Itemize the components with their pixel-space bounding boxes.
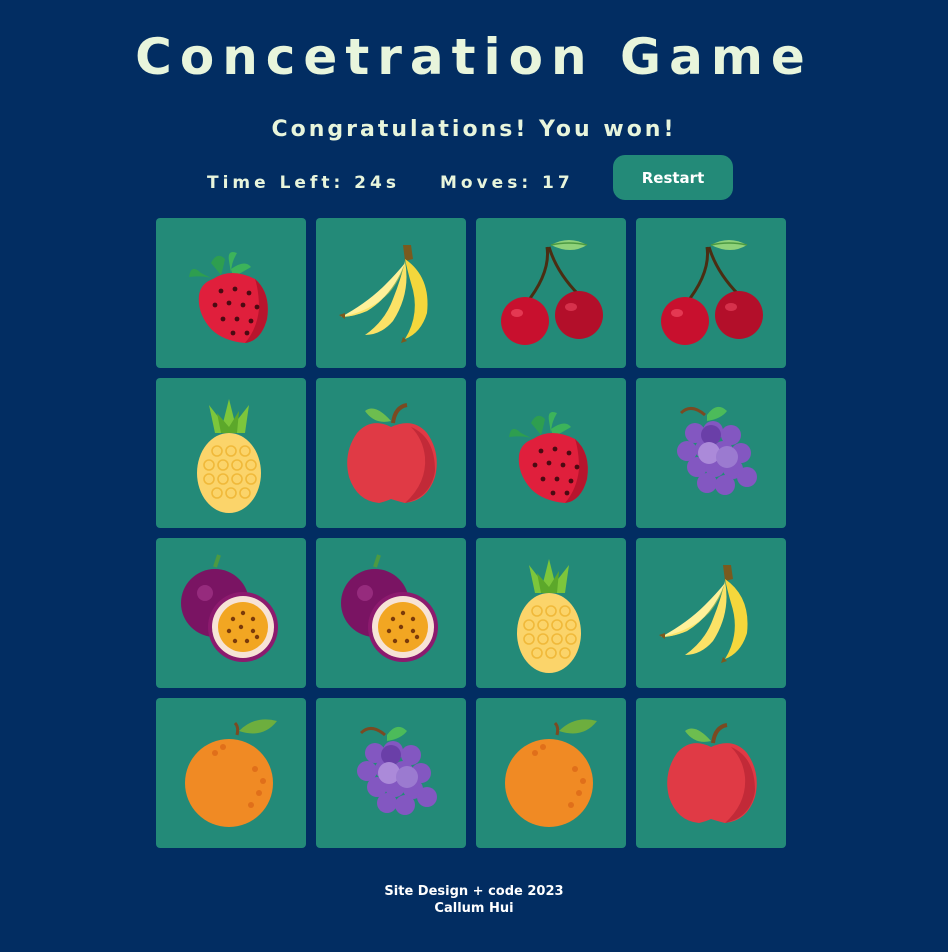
card-pineapple[interactable] [476,538,626,688]
restart-button[interactable]: Restart [613,155,733,200]
site-footer: Site Design + code 2023 Callum Hui [0,883,948,917]
footer-credit-line: Site Design + code 2023 [384,884,564,899]
card-apple[interactable] [316,378,466,528]
page-title: Concetration Game [135,28,813,86]
card-orange[interactable] [156,698,306,848]
strawberry-icon [509,412,588,503]
status-message: Congratulations! You won! [271,117,677,142]
card-banana[interactable] [316,218,466,368]
passionfruit-icon [341,554,438,662]
strawberry-icon [189,252,268,343]
pineapple-icon [517,559,581,673]
card-pineapple[interactable] [156,378,306,528]
orange-icon [505,719,597,827]
card-passionfruit[interactable] [316,538,466,688]
time-left-display: Time Left: 24s [207,173,400,193]
card-cherry[interactable] [636,218,786,368]
card-strawberry[interactable] [476,378,626,528]
passionfruit-icon [181,554,278,662]
card-apple[interactable] [636,698,786,848]
card-grapes[interactable] [636,378,786,528]
card-banana[interactable] [636,538,786,688]
card-orange[interactable] [476,698,626,848]
card-grapes[interactable] [316,698,466,848]
card-passionfruit[interactable] [156,538,306,688]
banana-icon [339,245,428,343]
grapes-icon [357,726,437,815]
card-strawberry[interactable] [156,218,306,368]
game-board [156,218,786,848]
card-cherry[interactable] [476,218,626,368]
footer-author: Callum Hui [434,901,514,916]
banana-icon [659,565,748,663]
cherry-icon [661,240,763,345]
grapes-icon [677,406,757,495]
pineapple-icon [197,399,261,513]
orange-icon [185,719,277,827]
moves-counter: Moves: 17 [440,173,574,193]
apple-icon [347,403,437,503]
apple-icon [667,723,757,823]
cherry-icon [501,240,603,345]
